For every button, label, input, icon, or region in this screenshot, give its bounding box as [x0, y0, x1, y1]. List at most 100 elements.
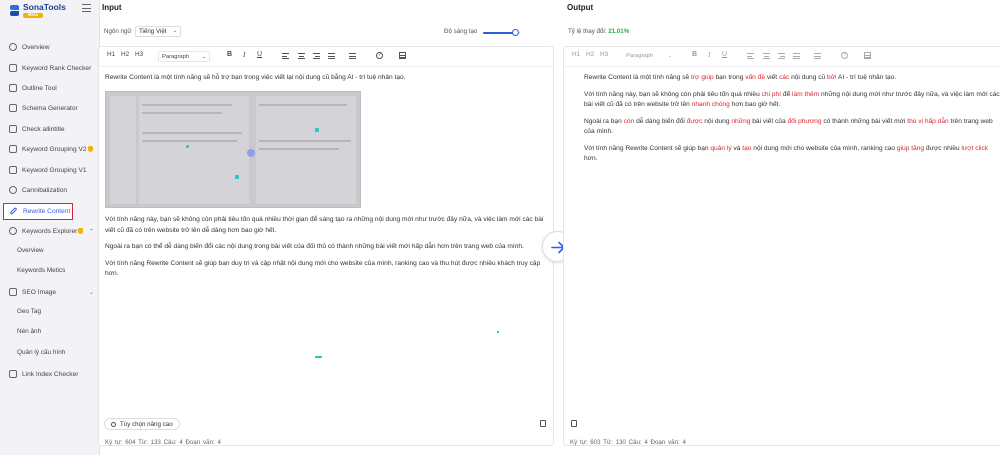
sidebar-item-rewrite-content[interactable]: Rewrite Content: [3, 203, 73, 220]
input-title: Input: [102, 3, 122, 12]
output-stats: Ký tự: 603 Từ: 130 Câu: 4 Đoạn văn: 4: [570, 439, 686, 446]
language-select[interactable]: Tiếng Việt ⌄: [135, 26, 181, 37]
align-center-icon[interactable]: [763, 53, 770, 59]
sidebar-sub-nen-anh[interactable]: Nén ảnh: [17, 328, 41, 335]
sidebar-item-check-allintitle[interactable]: Check allintitle: [0, 122, 100, 136]
copy-icon[interactable]: [571, 420, 577, 427]
advanced-options-label: Tùy chọn nâng cao: [120, 420, 173, 428]
thumb-line: [259, 140, 351, 142]
sidebar-item-overview[interactable]: Overview: [0, 40, 100, 54]
align-right-icon[interactable]: [313, 53, 320, 59]
help-icon[interactable]: ?: [376, 52, 383, 59]
chevron-down-icon[interactable]: ⌄: [89, 289, 94, 296]
sidebar-item-link-index-checker[interactable]: Link Index Checker: [0, 367, 100, 381]
thumb-line: [142, 140, 237, 142]
changed-word: làm thêm: [792, 90, 820, 98]
creativity-slider-fill: [483, 32, 513, 34]
output-title: Output: [567, 3, 594, 12]
sidebar-item-keyword-grouping-v1[interactable]: Keyword Grouping V1: [0, 163, 100, 177]
sidebar-item-cannibalization[interactable]: Cannibalization: [0, 183, 100, 197]
thumb-dot: [235, 175, 239, 179]
paragraph-label: Paragraph: [626, 53, 654, 59]
thumb-dot: [186, 145, 189, 148]
help-icon[interactable]: ?: [841, 52, 848, 59]
list-icon[interactable]: [349, 53, 356, 59]
thumb-line: [259, 104, 347, 106]
input-content[interactable]: Rewrite Content là một tính năng sẽ hỗ t…: [105, 73, 545, 90]
sidebar-item-label: Rewrite Content: [23, 207, 71, 215]
toolbar-h3[interactable]: H3: [600, 51, 608, 58]
sidebar-item-outline-tool[interactable]: Outline Tool: [0, 81, 100, 95]
advanced-options-button[interactable]: Tùy chọn nâng cao: [104, 418, 180, 430]
changed-word: nhanh chóng: [691, 101, 730, 108]
sidebar-item-keywords-explorer[interactable]: Keywords Explorer ⌃: [0, 224, 100, 238]
paragraph-select[interactable]: Paragraph ⌄: [158, 51, 210, 62]
dashboard-icon: [9, 43, 17, 51]
sidebar-item-label: Link Index Checker: [22, 370, 79, 378]
sidebar-item-seo-image[interactable]: SEO Image ⌄: [0, 285, 100, 299]
sidebar-item-label: SEO Image: [22, 288, 57, 296]
group-icon: [9, 145, 17, 153]
sidebar-item-label: Overview: [22, 43, 50, 51]
hand-emoji-icon: [78, 227, 84, 234]
changed-word: đối phương: [787, 117, 822, 125]
sidebar-sub-keywords-metics[interactable]: Keywords Metics: [17, 267, 65, 274]
sidebar-item-rewrite-content-inner: Rewrite Content: [1, 204, 71, 218]
brand[interactable]: SonaTools Beta: [9, 3, 66, 18]
changed-word: những: [731, 117, 751, 125]
sidebar-sub-quan-ly-cau-hinh[interactable]: Quản lý cấu hình: [17, 349, 65, 356]
table-icon[interactable]: [399, 52, 406, 59]
italic-button[interactable]: I: [708, 51, 710, 59]
thumb-line: [259, 148, 339, 150]
change-rate-value: 21.01%: [608, 28, 630, 35]
hamburger-icon[interactable]: [82, 4, 91, 12]
sidebar-sub-overview[interactable]: Overview: [17, 247, 44, 254]
output-paragraph-3: Ngoài ra bạn còn dễ dàng biến đổi được n…: [584, 117, 993, 136]
sidebar-sub-geo-tag[interactable]: Geo Tag: [17, 308, 41, 315]
link-icon: [9, 370, 17, 378]
output-paragraph-2: Với tính năng này, bạn sẽ không còn phải…: [584, 90, 1000, 109]
changed-word: thú vị hấp dẫn: [907, 117, 949, 125]
changed-word: còn: [623, 117, 635, 125]
changed-word: vấn đề: [745, 74, 766, 81]
align-left-icon[interactable]: [282, 53, 289, 59]
image-icon: [9, 288, 17, 296]
thumb-line: [142, 104, 232, 106]
sidebar-item-schema-generator[interactable]: Schema Generator: [0, 101, 100, 115]
trash-icon[interactable]: [540, 420, 546, 427]
list-icon[interactable]: [814, 53, 821, 59]
align-left-icon[interactable]: [747, 53, 754, 59]
input-content-rest[interactable]: Với tính năng này, bạn sẽ không còn phải…: [105, 215, 545, 286]
language-value: Tiếng Việt: [139, 28, 167, 35]
language-label: Ngôn ngữ: [104, 28, 132, 35]
align-right-icon[interactable]: [778, 53, 785, 59]
explore-icon: [9, 227, 17, 235]
sonatools-logo-icon: [9, 4, 20, 18]
bold-button[interactable]: B: [227, 51, 232, 58]
underline-button[interactable]: U: [722, 51, 727, 58]
thumb-output-pane: [256, 96, 356, 204]
beta-badge: Beta: [23, 12, 43, 18]
toolbar-h2[interactable]: H2: [586, 51, 594, 58]
sidebar-item-keyword-grouping-v2[interactable]: Keyword Grouping V2: [0, 142, 100, 156]
toolbar-h1[interactable]: H1: [572, 51, 580, 58]
thumb-line: [142, 112, 222, 114]
toolbar-h1[interactable]: H1: [107, 51, 115, 58]
chevron-down-icon: ⌄: [201, 54, 206, 60]
toolbar-h2[interactable]: H2: [121, 51, 129, 58]
paragraph-select[interactable]: Paragraph ⌄: [623, 51, 675, 62]
toolbar-h3[interactable]: H3: [135, 51, 143, 58]
bold-button[interactable]: B: [692, 51, 697, 58]
align-justify-icon[interactable]: [793, 53, 800, 59]
sidebar-item-label: Keyword Grouping V2: [22, 145, 87, 153]
align-justify-icon[interactable]: [328, 53, 335, 59]
table-icon[interactable]: [864, 52, 871, 59]
underline-button[interactable]: U: [257, 51, 262, 58]
output-content[interactable]: Rewrite Content là một tính năng sẽ trợ …: [584, 73, 1000, 171]
creativity-slider-handle[interactable]: [512, 29, 519, 36]
sidebar-item-keyword-rank-checker[interactable]: Keyword Rank Checker: [0, 61, 100, 75]
chevron-up-icon[interactable]: ⌃: [89, 228, 94, 235]
italic-button[interactable]: I: [243, 51, 245, 59]
align-center-icon[interactable]: [298, 53, 305, 59]
input-paragraph: Với tính năng Rewrite Content sẽ giúp bạ…: [105, 259, 541, 278]
